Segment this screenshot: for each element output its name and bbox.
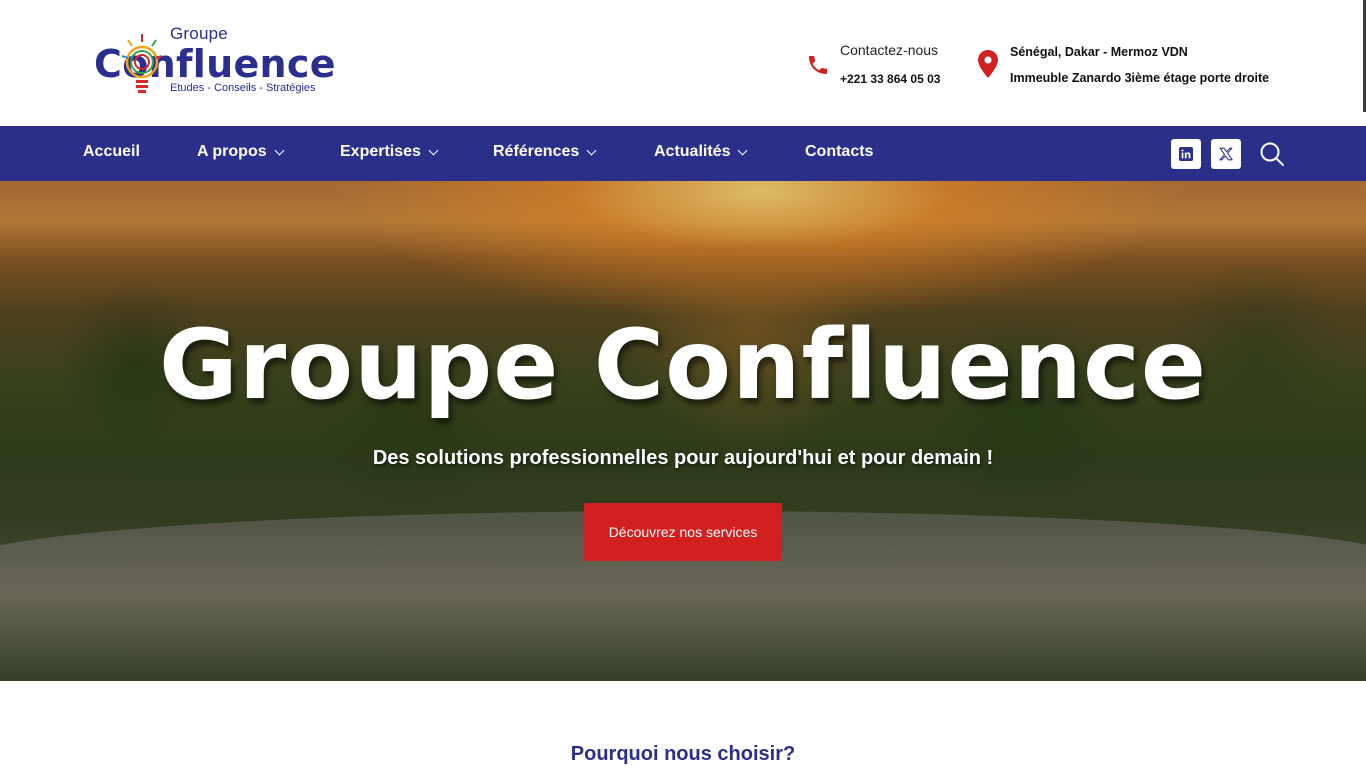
site-header: Groupe Confluence Etudes - Conseils - St…	[0, 0, 1366, 126]
nav-label: Expertises	[340, 143, 421, 160]
chevron-down-icon	[428, 145, 439, 156]
nav-label: A propos	[197, 143, 267, 160]
map-pin-icon	[978, 50, 998, 78]
search-button[interactable]	[1258, 140, 1286, 168]
discover-services-button[interactable]: Découvrez nos services	[584, 503, 782, 561]
contact-phone[interactable]: +221 33 864 05 03	[840, 72, 940, 86]
nav-label: Accueil	[83, 143, 140, 160]
nav-label: Contacts	[805, 143, 874, 160]
chevron-down-icon	[274, 145, 285, 156]
nav-item-expertises[interactable]: Expertises	[340, 143, 439, 161]
nav-item-actualites[interactable]: Actualités	[654, 143, 748, 161]
nav-item-a-propos[interactable]: A propos	[197, 143, 285, 161]
address-line-2: Immeuble Zanardo 3ième étage porte droit…	[1010, 71, 1270, 85]
lightbulb-icon	[121, 34, 163, 93]
chevron-down-icon	[738, 145, 748, 156]
nav-item-accueil[interactable]: Accueil	[83, 143, 140, 161]
search-icon	[1260, 142, 1284, 166]
contact-block: Contactez-nous +221 33 864 05 03	[806, 40, 956, 94]
logo-groupe-text: Groupe	[170, 24, 228, 43]
nav-label: Actualités	[654, 143, 731, 160]
why-choose-us-heading: Pourquoi nous choisir?	[570, 743, 796, 765]
hero-banner: Groupe Confluence Des solutions professi…	[0, 181, 1366, 681]
address-block: Sénégal, Dakar - Mermoz VDN Immeuble Zan…	[978, 42, 1288, 92]
hero-title: Groupe Confluence	[159, 309, 1207, 421]
main-nav: Accueil A propos Expertises Références A…	[0, 126, 1366, 181]
x-twitter-button[interactable]	[1211, 139, 1241, 169]
hero-subtitle: Des solutions professionnelles pour aujo…	[372, 447, 994, 469]
contact-title: Contactez-nous	[840, 42, 939, 58]
nav-label: Références	[493, 143, 580, 160]
x-twitter-icon	[1219, 147, 1233, 161]
phone-icon	[809, 56, 827, 74]
site-logo[interactable]: Groupe Confluence Etudes - Conseils - St…	[92, 22, 335, 102]
linkedin-button[interactable]	[1171, 139, 1201, 169]
nav-item-contacts[interactable]: Contacts	[805, 143, 873, 161]
nav-item-references[interactable]: Références	[493, 143, 597, 161]
linkedin-icon	[1179, 147, 1193, 161]
address-line-1: Sénégal, Dakar - Mermoz VDN	[1010, 45, 1188, 59]
chevron-down-icon	[586, 145, 597, 156]
logo-tagline: Etudes - Conseils - Stratégies	[170, 82, 316, 94]
